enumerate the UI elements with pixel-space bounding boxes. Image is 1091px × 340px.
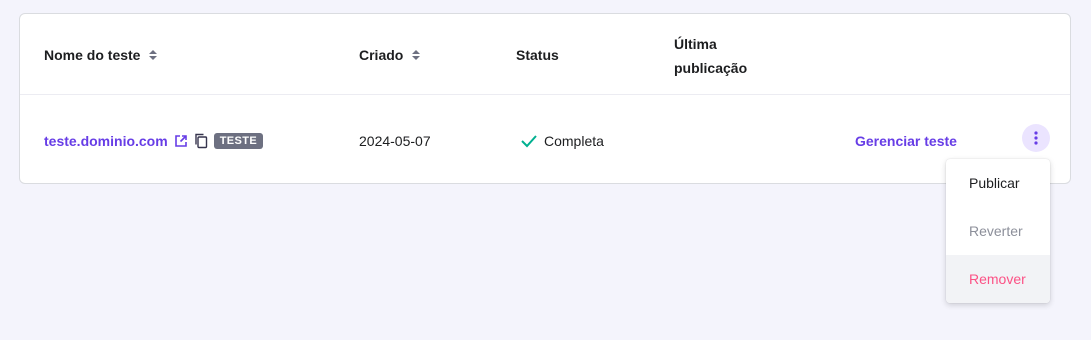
status-badge: TESTE xyxy=(213,132,264,149)
status-text: Completa xyxy=(544,132,604,149)
domain-cell: teste.dominio.com TESTE xyxy=(44,96,264,185)
header-name[interactable]: Nome do teste xyxy=(44,44,158,66)
header-name-label: Nome do teste xyxy=(44,47,141,63)
check-icon xyxy=(520,134,538,148)
row-actions-menu: Publicar Reverter Remover xyxy=(946,159,1050,303)
status-cell: Completa xyxy=(520,96,604,185)
copy-icon[interactable] xyxy=(194,133,208,149)
manage-cell: Gerenciar teste xyxy=(855,96,957,185)
table-header: Nome do teste Criado Status Última publi… xyxy=(20,14,1070,95)
created-cell: 2024-05-07 xyxy=(359,132,431,149)
external-link-icon[interactable] xyxy=(174,134,188,148)
tests-table-card: Nome do teste Criado Status Última publi… xyxy=(19,13,1071,184)
more-options-button[interactable] xyxy=(1022,124,1050,152)
header-created-label: Criado xyxy=(359,47,404,63)
header-created[interactable]: Criado xyxy=(359,44,421,66)
sort-icon[interactable] xyxy=(148,49,158,61)
menu-item-remove[interactable]: Remover xyxy=(946,255,1050,303)
more-vertical-icon xyxy=(1034,131,1038,145)
header-status-label: Status xyxy=(516,47,559,63)
domain-link[interactable]: teste.dominio.com xyxy=(44,133,168,149)
table-row: teste.dominio.com TESTE 2024-05-07 Compl… xyxy=(20,96,1070,185)
header-last-publication: Última publicação xyxy=(674,32,774,80)
sort-icon[interactable] xyxy=(411,49,421,61)
header-last-publication-label: Última publicação xyxy=(674,36,748,76)
menu-item-publish[interactable]: Publicar xyxy=(946,159,1050,207)
menu-item-revert[interactable]: Reverter xyxy=(946,207,1050,255)
manage-test-button[interactable]: Gerenciar teste xyxy=(855,133,957,149)
header-status: Status xyxy=(516,44,559,66)
